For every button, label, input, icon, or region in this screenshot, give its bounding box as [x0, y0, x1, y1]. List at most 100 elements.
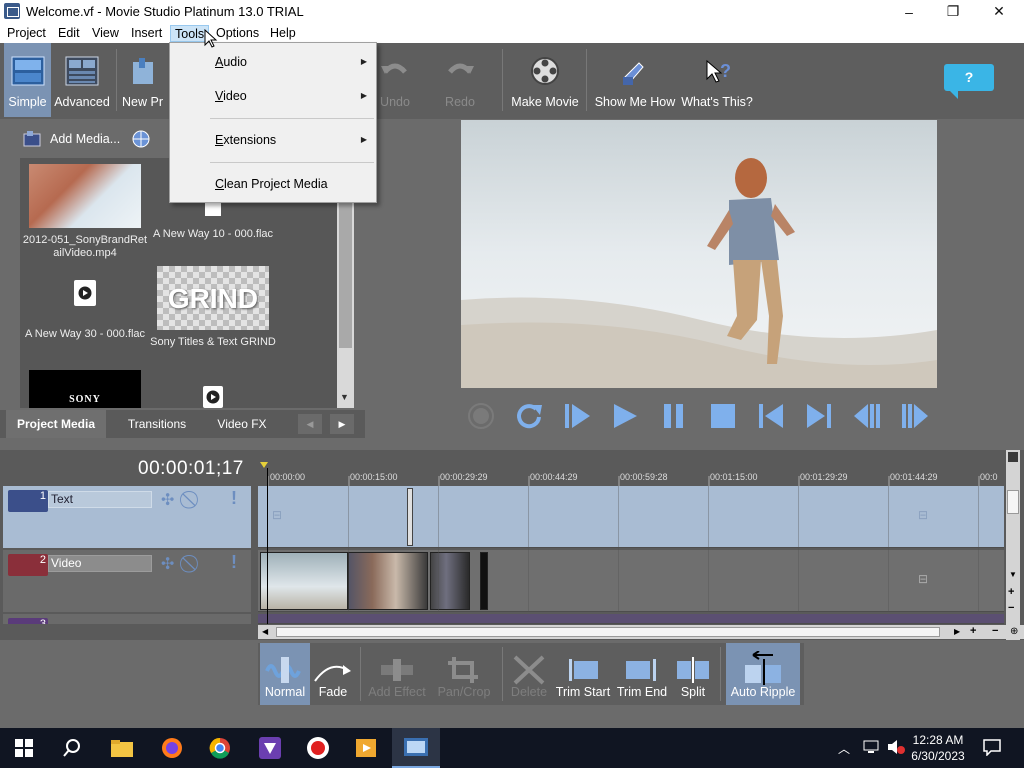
search-button[interactable] [48, 728, 96, 768]
add-media-button[interactable]: Add Media... [22, 126, 120, 152]
auto-ripple-button[interactable]: Auto Ripple [726, 643, 800, 705]
volume-muted-icon[interactable] [886, 739, 906, 758]
marker-flag-icon[interactable] [1008, 452, 1018, 462]
tab-transitions[interactable]: Transitions [110, 410, 204, 438]
normal-edit-tool-button[interactable]: Normal [260, 643, 310, 705]
menu-options[interactable]: Options [212, 25, 263, 42]
show-hidden-icons-chevron-icon[interactable]: ︿ [838, 740, 850, 757]
new-project-button[interactable]: New Pr [122, 43, 168, 117]
next-frame-button[interactable] [894, 395, 936, 437]
track-header-audio[interactable]: 3 [3, 614, 251, 624]
undo-button[interactable]: Undo [376, 43, 414, 117]
video-event-clip[interactable] [430, 552, 470, 610]
time-ruler[interactable]: 00:00:00 00:00:15:00 00:00:29:29 00:00:4… [258, 462, 1004, 488]
chrome-button[interactable] [196, 728, 244, 768]
video-event-clip[interactable] [260, 552, 348, 610]
menu-item-video[interactable]: Video ▶ [171, 85, 375, 107]
simple-mode-button[interactable]: Simple [4, 43, 51, 117]
make-movie-button[interactable]: Make Movie [508, 43, 582, 117]
help-bubble-button[interactable]: ? [944, 64, 994, 99]
app-button-media[interactable] [342, 728, 390, 768]
close-button[interactable]: ✕ [976, 0, 1022, 23]
menu-help[interactable]: Help [266, 25, 300, 42]
track-lane-text[interactable]: ⊟ ⊟ [258, 486, 1004, 548]
start-button[interactable] [0, 728, 48, 768]
play-button[interactable] [604, 395, 646, 437]
track-name-field[interactable]: Video [48, 555, 152, 572]
track-name-field[interactable]: Text [48, 491, 152, 508]
scroll-down-icon[interactable]: ▼ [340, 392, 349, 402]
network-icon[interactable] [862, 739, 880, 758]
get-media-web-button[interactable] [126, 126, 156, 152]
text-event-clip[interactable] [407, 488, 413, 546]
trim-end-button[interactable]: Trim End [616, 643, 668, 705]
go-to-end-button[interactable] [798, 395, 840, 437]
play-from-start-button[interactable] [556, 395, 598, 437]
tab-scroll-left-icon[interactable]: ◀ [298, 414, 322, 434]
app-button-movie-studio[interactable] [392, 728, 440, 768]
menu-item-extensions[interactable]: Extensions ▶ [171, 129, 375, 151]
record-button[interactable] [460, 395, 502, 437]
media-item[interactable] [148, 386, 278, 408]
app-button-recorder[interactable] [294, 728, 342, 768]
track-motion-icon[interactable]: ✣ [161, 554, 174, 574]
solo-icon[interactable]: ! [231, 552, 237, 573]
tab-scroll-right-icon[interactable]: ▶ [330, 414, 354, 434]
menu-item-clean-project-media[interactable]: Clean Project Media [171, 173, 375, 195]
scrollbar-thumb[interactable] [1007, 490, 1019, 514]
playhead-cursor[interactable] [267, 468, 268, 624]
add-effect-button[interactable]: Add Effect [366, 643, 428, 705]
track-motion-icon[interactable]: ✣ [161, 490, 174, 510]
system-clock[interactable]: 12:28 AM 6/30/2023 [908, 732, 968, 764]
file-explorer-button[interactable] [98, 728, 146, 768]
scroll-left-icon[interactable]: ◀ [262, 627, 268, 636]
loop-button[interactable] [508, 395, 550, 437]
track-header-text[interactable]: 1 Text ✣ ⃠ ! [3, 486, 251, 548]
fade-tool-button[interactable]: Fade [312, 643, 354, 705]
zoom-in-icon[interactable]: + [1008, 586, 1014, 598]
trim-start-button[interactable]: Trim Start [554, 643, 612, 705]
zoom-out-icon[interactable]: − [992, 625, 998, 637]
zoom-out-icon[interactable]: − [1008, 602, 1014, 614]
solo-icon[interactable]: ! [231, 488, 237, 509]
zoom-in-icon[interactable]: + [970, 625, 976, 637]
media-item[interactable]: 2012-051_SonyBrandRet ailVideo.mp4 [20, 164, 150, 260]
track-header-video[interactable]: 2 Video ✣ ⃠ ! [3, 550, 251, 612]
menu-project[interactable]: Project [3, 25, 50, 42]
redo-button[interactable]: Redo [436, 43, 484, 117]
menu-item-audio[interactable]: Audio ▶ [171, 51, 375, 73]
timeline-vertical-scrollbar[interactable]: ▼ + − [1006, 450, 1020, 640]
stop-button[interactable] [702, 395, 744, 437]
split-button[interactable]: Split [672, 643, 714, 705]
menu-insert[interactable]: Insert [127, 25, 166, 42]
show-me-how-button[interactable]: Show Me How [592, 43, 678, 117]
video-event-clip[interactable] [480, 552, 488, 610]
go-to-start-button[interactable] [750, 395, 792, 437]
menu-view[interactable]: View [88, 25, 123, 42]
track-lane-audio[interactable] [258, 614, 1004, 624]
previous-frame-button[interactable] [846, 395, 888, 437]
zoom-icon[interactable]: ⊕ [1010, 626, 1018, 637]
scrollbar-thumb[interactable] [339, 198, 352, 348]
advanced-mode-button[interactable]: Advanced [53, 43, 111, 117]
pause-button[interactable] [653, 395, 695, 437]
pan-crop-button[interactable]: Pan/Crop [432, 643, 496, 705]
tab-video-fx[interactable]: Video FX [206, 410, 278, 438]
tab-project-media[interactable]: Project Media [6, 410, 106, 438]
scroll-down-icon[interactable]: ▼ [1009, 570, 1017, 579]
menu-edit[interactable]: Edit [54, 25, 84, 42]
app-button-vegas[interactable] [246, 728, 294, 768]
whats-this-button[interactable]: ? What's This? [680, 43, 754, 117]
maximize-button[interactable]: ❐ [930, 0, 976, 23]
timeline-horizontal-scrollbar[interactable]: ◀ ▶ + − ⊕ [258, 625, 1024, 639]
scroll-right-icon[interactable]: ▶ [954, 627, 960, 636]
media-item[interactable]: SONY [20, 370, 150, 408]
firefox-button[interactable] [148, 728, 196, 768]
media-item[interactable]: A New Way 30 - 000.flac [20, 280, 150, 341]
scrollbar-thumb[interactable] [276, 627, 940, 637]
delete-button[interactable]: Delete [508, 643, 550, 705]
track-lane-video[interactable]: ⊟ [258, 550, 1004, 612]
video-event-clip[interactable] [348, 552, 428, 610]
minimize-button[interactable]: – [886, 0, 932, 23]
media-item[interactable]: GRIND Sony Titles & Text GRIND [148, 266, 278, 349]
